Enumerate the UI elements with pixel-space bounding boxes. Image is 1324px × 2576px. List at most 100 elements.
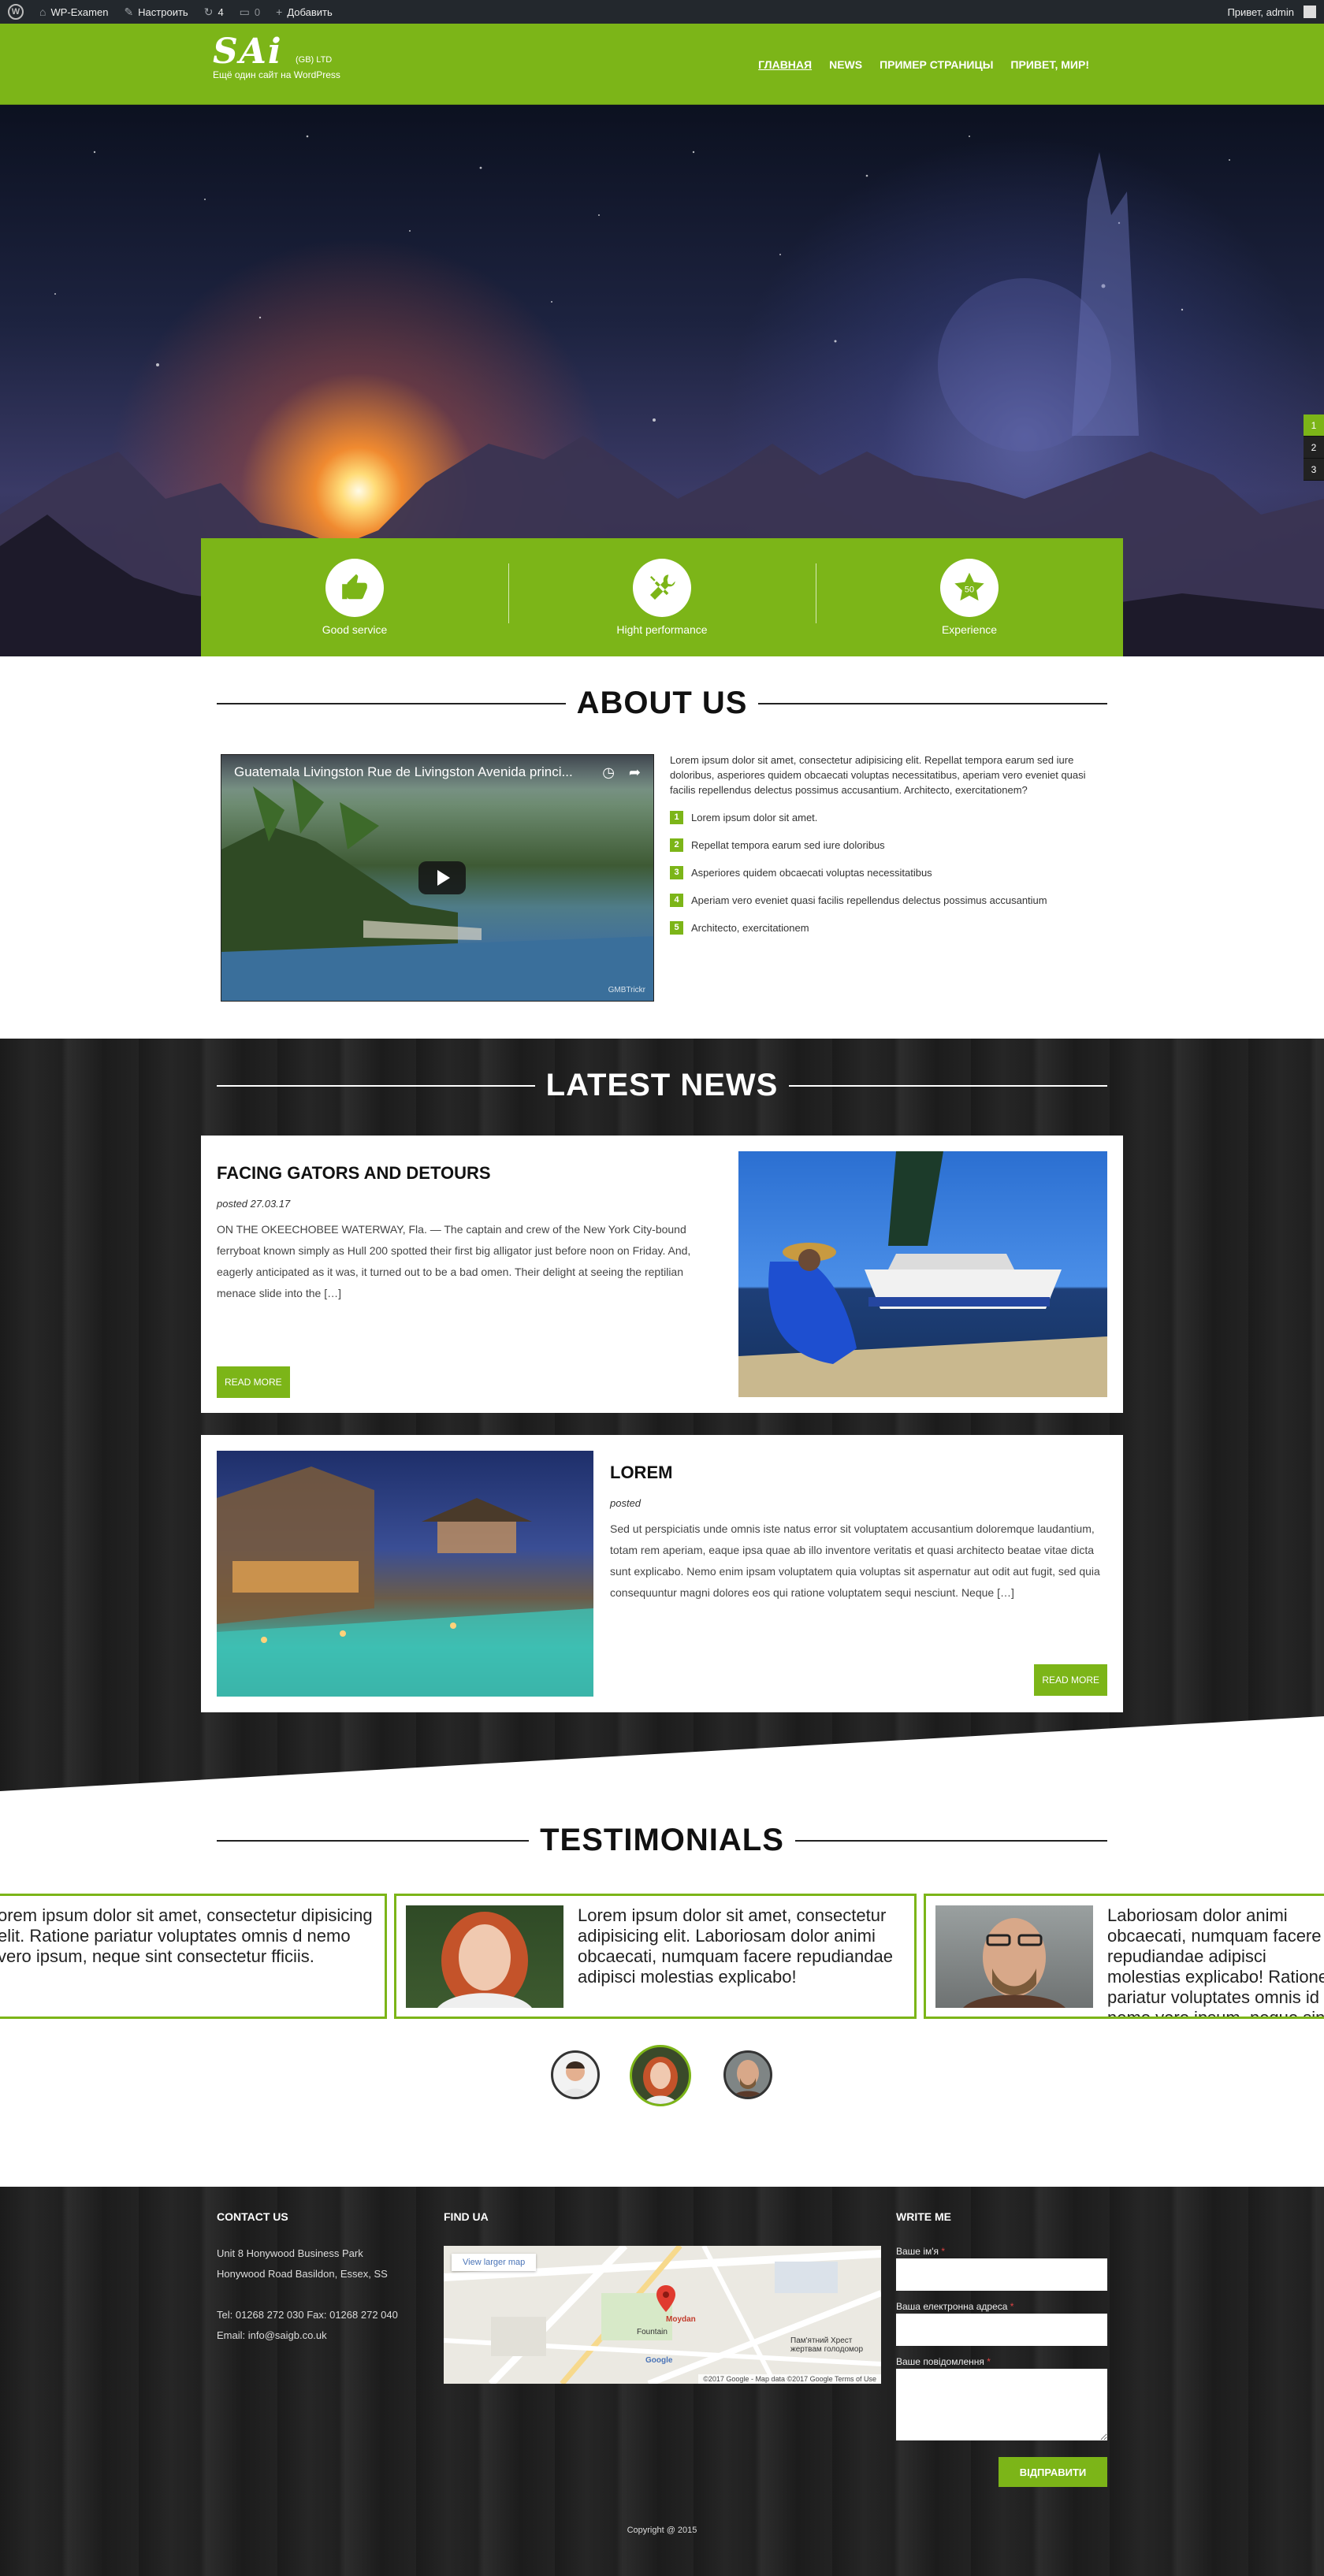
map-pin-icon[interactable]: [656, 2285, 675, 2312]
testimonial-thumb-2[interactable]: [630, 2045, 691, 2106]
video-player[interactable]: Guatemala Livingston Rue de Livingston A…: [221, 754, 654, 1002]
read-more-button[interactable]: READ MORE: [217, 1366, 290, 1398]
testimonial-thumb-3[interactable]: [723, 2050, 772, 2099]
list-number: 4: [670, 894, 683, 907]
slide-dot-2[interactable]: 2: [1304, 437, 1324, 459]
news-image[interactable]: [217, 1451, 593, 1697]
name-field[interactable]: [896, 2258, 1107, 2291]
site-logo[interactable]: SAi (GB) LTD Ещё один сайт на WordPress: [213, 35, 340, 81]
slide-dot-3[interactable]: 3: [1304, 459, 1324, 481]
list-text: Architecto, exercitationem: [691, 922, 809, 934]
google-map[interactable]: View larger map Moydan Fountain Пам'ятни…: [444, 2246, 881, 2384]
submit-button[interactable]: ВІДПРАВИТИ: [999, 2457, 1107, 2487]
comments-count: 0: [254, 6, 261, 18]
customize-menu[interactable]: ✎ Настроить: [116, 0, 195, 24]
nav-item-hello-world[interactable]: ПРИВЕТ, МИР!: [1010, 58, 1089, 71]
avatar: [1304, 6, 1316, 18]
map-terms-link[interactable]: Terms of Use: [835, 2375, 876, 2383]
list-number: 1: [670, 811, 683, 824]
news-title[interactable]: LOREM: [610, 1463, 672, 1483]
site-footer: CONTACT US Unit 8 Honywood Business Park…: [0, 2187, 1324, 2576]
news-excerpt: Sed ut perspiciatis unde omnis iste natu…: [610, 1522, 1100, 1599]
list-item: 2 Repellat tempora earum sed iure dolorib…: [670, 831, 1088, 859]
feature-good-service: Good service: [201, 538, 508, 656]
video-title[interactable]: Guatemala Livingston Rue de Livingston A…: [234, 764, 581, 780]
feature-experience: 50 Experience: [816, 538, 1123, 656]
list-item: 1 Lorem ipsum dolor sit amet.: [670, 804, 1088, 831]
clock-icon[interactable]: ◷: [602, 764, 615, 781]
updates-menu[interactable]: ↻ 4: [196, 0, 232, 24]
testimonial-card: orem ipsum dolor sit amet, consectetur d…: [0, 1894, 387, 2019]
news-image[interactable]: [738, 1151, 1107, 1397]
nav-item-home[interactable]: ГЛАВНАЯ: [758, 58, 812, 71]
testimonials-heading: TESTIMONIALS: [540, 1823, 784, 1857]
feature-label: Hight performance: [616, 623, 708, 636]
logo-suffix: (GB) LTD: [296, 55, 333, 65]
about-intro: Lorem ipsum dolor sit amet, consectetur …: [670, 754, 1086, 796]
list-item: 5 Architecto, exercitationem: [670, 914, 1088, 942]
feature-label: Experience: [941, 623, 998, 636]
list-number: 3: [670, 866, 683, 879]
divider: [794, 1839, 1107, 1842]
news-card: LOREM posted Sed ut perspiciatis unde om…: [201, 1435, 1123, 1712]
list-number: 2: [670, 838, 683, 852]
email-field[interactable]: [896, 2314, 1107, 2346]
contact-address-line2: Honywood Road Basildon, Essex, SS: [217, 2268, 388, 2280]
name-label: Ваше ім'я *: [896, 2246, 945, 2257]
list-item: 4 Aperiam vero eveniet quasi facilis repe…: [670, 887, 1088, 914]
add-new-menu[interactable]: + Добавить: [268, 0, 340, 24]
about-list: 1 Lorem ipsum dolor sit amet. 2 Repellat t…: [670, 804, 1088, 942]
contact-details: Unit 8 Honywood Business Park Honywood R…: [217, 2243, 398, 2346]
list-number: 5: [670, 921, 683, 935]
features-bar: Good service Hight performance 50 Experi…: [201, 538, 1123, 656]
divider: [217, 702, 566, 704]
refresh-icon: ↻: [203, 5, 214, 18]
share-icon[interactable]: ➦: [629, 764, 641, 781]
list-text: Repellat tempora earum sed iure doloribu…: [691, 839, 885, 851]
site-name-menu[interactable]: ⌂ WP-Examen: [32, 0, 116, 24]
feature-label: Good service: [322, 623, 388, 636]
nav-item-news[interactable]: NEWS: [829, 58, 862, 71]
map-heading: FIND UA: [444, 2210, 489, 2223]
required-marker: *: [1010, 2301, 1014, 2312]
nav-item-sample-page[interactable]: ПРИМЕР СТРАНИЦЫ: [880, 58, 993, 71]
view-larger-map-link[interactable]: View larger map: [452, 2254, 537, 2271]
resort-image: [217, 1466, 593, 1697]
wordpress-logo-menu[interactable]: W: [0, 0, 32, 24]
site-header: SAi (GB) LTD Ещё один сайт на WordPress …: [0, 24, 1324, 105]
required-marker: *: [987, 2356, 991, 2367]
add-new-label: Добавить: [287, 6, 333, 18]
contact-email[interactable]: Email: info@saigb.co.uk: [217, 2325, 398, 2346]
play-button[interactable]: [418, 861, 466, 894]
main-nav: ГЛАВНАЯ NEWS ПРИМЕР СТРАНИЦЫ ПРИВЕТ, МИР…: [758, 58, 1089, 71]
divider: [789, 1084, 1108, 1087]
testimonial-photo: [406, 1905, 563, 2008]
about-section-title: ABOUT US: [217, 686, 1108, 721]
message-field[interactable]: [896, 2369, 1107, 2440]
news-date: posted 27.03.17: [217, 1198, 291, 1210]
testimonial-card: Lorem ipsum dolor sit amet, consectetur …: [394, 1894, 917, 2019]
comments-menu[interactable]: ▭ 0: [232, 0, 268, 24]
news-section-title: LATEST NEWS: [217, 1068, 1108, 1103]
list-text: Aperiam vero eveniet quasi facilis repel…: [691, 894, 1047, 906]
read-more-button[interactable]: READ MORE: [1034, 1664, 1107, 1696]
slide-dot-1[interactable]: 1: [1304, 414, 1324, 437]
news-title[interactable]: FACING GATORS AND DETOURS: [217, 1163, 491, 1184]
testimonial-text: Laboriosam dolor animi obcaecati, numqua…: [1107, 1905, 1324, 2019]
map-label-memorial: Пам'ятний Хрест жертвам голодомор: [790, 2336, 864, 2354]
divider: [758, 702, 1108, 704]
ferry-image: [738, 1151, 1107, 1397]
news-card: FACING GATORS AND DETOURS posted 27.03.1…: [201, 1136, 1123, 1413]
about-heading: ABOUT US: [576, 686, 748, 720]
account-menu[interactable]: Привет, admin: [1219, 0, 1324, 24]
testimonial-thumb-1[interactable]: [551, 2050, 600, 2099]
testimonial-photo: [935, 1905, 1093, 2008]
list-text: Asperiores quidem obcaecati voluptas nec…: [691, 867, 932, 879]
tools-icon: [633, 559, 691, 617]
feature-performance: Hight performance: [508, 538, 816, 656]
contact-phone: Tel: 01268 272 030 Fax: 01268 272 040: [217, 2309, 398, 2321]
email-label-text: Ваша електронна адреса: [896, 2301, 1008, 2312]
wordpress-icon: W: [8, 4, 24, 20]
testimonial-card: Laboriosam dolor animi obcaecati, numqua…: [924, 1894, 1324, 2019]
testimonial-text: orem ipsum dolor sit amet, consectetur d…: [0, 1905, 373, 1966]
